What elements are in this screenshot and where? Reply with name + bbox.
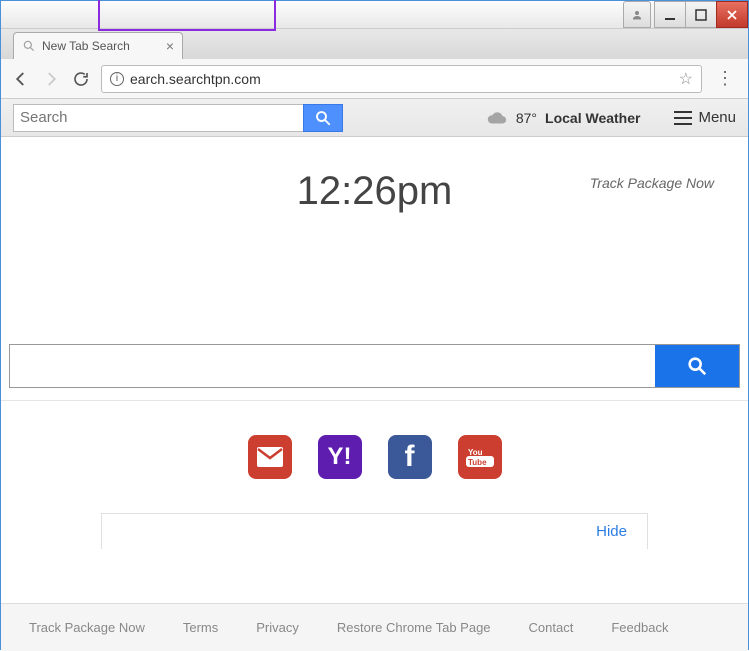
footer-link[interactable]: Track Package Now (29, 620, 145, 635)
reload-button[interactable] (71, 69, 91, 89)
page-content: 87° Local Weather Menu 12:26pm Track Pac… (1, 99, 748, 549)
address-bar[interactable]: i ☆ (101, 65, 702, 93)
tab-title: New Tab Search (42, 39, 130, 53)
svg-text:Tube: Tube (468, 458, 487, 467)
footer-link[interactable]: Privacy (256, 620, 299, 635)
gmail-icon[interactable] (248, 435, 292, 479)
hide-link[interactable]: Hide (596, 523, 627, 540)
browser-toolbar: i ☆ ⋮ (1, 59, 748, 99)
cloud-icon (486, 110, 508, 126)
search-icon (314, 109, 332, 127)
forward-button[interactable] (41, 69, 61, 89)
menu-label: Menu (698, 109, 736, 126)
search-icon (22, 39, 36, 53)
mini-search-button[interactable] (303, 104, 343, 132)
close-button[interactable] (716, 1, 748, 28)
weather-widget[interactable]: 87° Local Weather (486, 110, 641, 126)
search-icon (686, 355, 708, 377)
youtube-icon[interactable]: YouTube (458, 435, 502, 479)
footer-link[interactable]: Terms (183, 620, 218, 635)
mini-search-input[interactable] (13, 104, 303, 132)
facebook-icon[interactable]: f (388, 435, 432, 479)
back-button[interactable] (11, 69, 31, 89)
page-toolbar: 87° Local Weather Menu (1, 99, 748, 137)
main-search-input[interactable] (10, 345, 655, 387)
bookmark-star-icon[interactable]: ☆ (679, 69, 693, 89)
weather-label: Local Weather (545, 110, 640, 126)
track-package-link[interactable]: Track Package Now (590, 175, 714, 191)
yahoo-icon[interactable]: Y! (318, 435, 362, 479)
maximize-button[interactable] (685, 1, 717, 28)
page-footer: Track Package Now Terms Privacy Restore … (1, 603, 748, 651)
weather-temp: 87° (516, 110, 537, 126)
hamburger-icon (674, 111, 692, 125)
footer-link[interactable]: Feedback (611, 620, 668, 635)
minimize-button[interactable] (654, 1, 686, 28)
url-input[interactable] (130, 71, 673, 87)
svg-text:You: You (468, 448, 483, 457)
footer-link[interactable]: Restore Chrome Tab Page (337, 620, 491, 635)
promo-panel: Hide (101, 513, 648, 549)
browser-tab[interactable]: New Tab Search × (13, 32, 183, 59)
tab-strip: New Tab Search × (1, 29, 748, 59)
main-search (9, 344, 740, 388)
clock-row: 12:26pm Track Package Now (1, 137, 748, 224)
quick-links-row: Y! f YouTube (1, 401, 748, 513)
mini-search (13, 104, 343, 132)
window-titlebar (1, 1, 748, 29)
close-tab-icon[interactable]: × (166, 38, 174, 54)
main-search-button[interactable] (655, 345, 739, 387)
browser-menu-button[interactable]: ⋮ (712, 68, 738, 89)
footer-link[interactable]: Contact (529, 620, 574, 635)
page-menu-button[interactable]: Menu (674, 109, 736, 126)
site-info-icon[interactable]: i (110, 72, 124, 86)
user-button[interactable] (623, 1, 651, 28)
